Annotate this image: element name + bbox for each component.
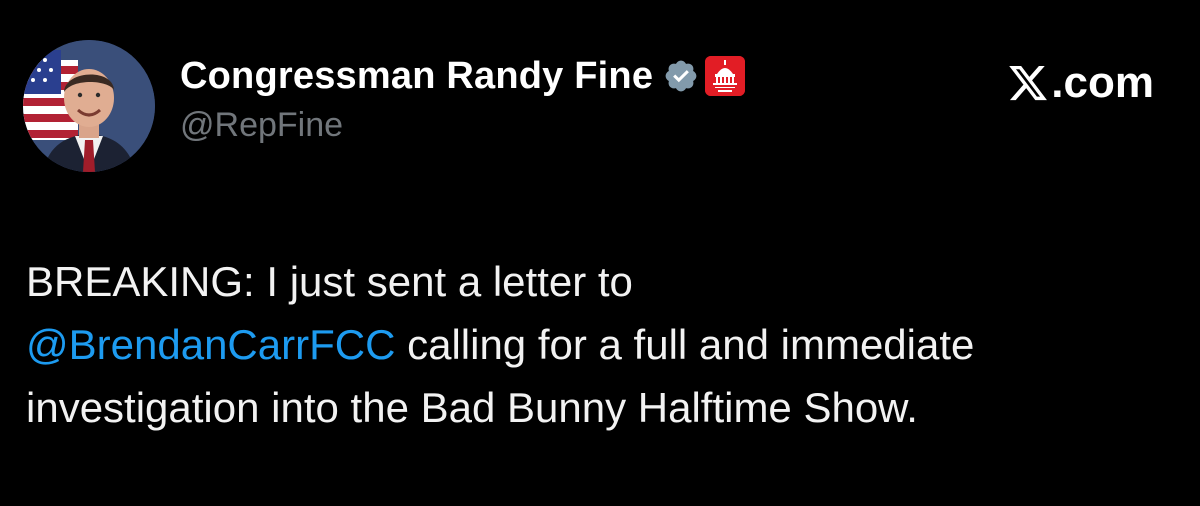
verified-badge-icon[interactable] — [663, 58, 699, 94]
avatar-image — [23, 40, 155, 172]
author-block: Congressman Randy Fine @RepFine — [180, 50, 746, 145]
x-logo-icon — [1007, 62, 1049, 104]
tweet-card: Congressman Randy Fine @RepFine .com BRE… — [0, 0, 1200, 506]
house-gop-badge-icon[interactable] — [705, 56, 746, 96]
x-com-label: .com — [1051, 58, 1154, 107]
tweet-text-line-1: BREAKING: I just sent a letter to — [26, 258, 633, 305]
display-name[interactable]: Congressman Randy Fine — [180, 55, 653, 98]
mention-link[interactable]: @BrendanCarrFCC — [26, 321, 395, 368]
x-com-logo: .com — [1007, 58, 1154, 108]
tweet-text: BREAKING: I just sent a letter to @Brend… — [26, 250, 1176, 439]
tweet-text-line-3: investigation into the Bad Bunny Halftim… — [26, 384, 918, 431]
tweet-text-line-2-rest: calling for a full and immediate — [395, 321, 975, 368]
tweet-text-line-2: @BrendanCarrFCC calling for a full and i… — [26, 313, 1176, 376]
avatar[interactable] — [23, 40, 155, 172]
handle[interactable]: @RepFine — [180, 106, 745, 145]
name-row: Congressman Randy Fine — [180, 50, 746, 102]
